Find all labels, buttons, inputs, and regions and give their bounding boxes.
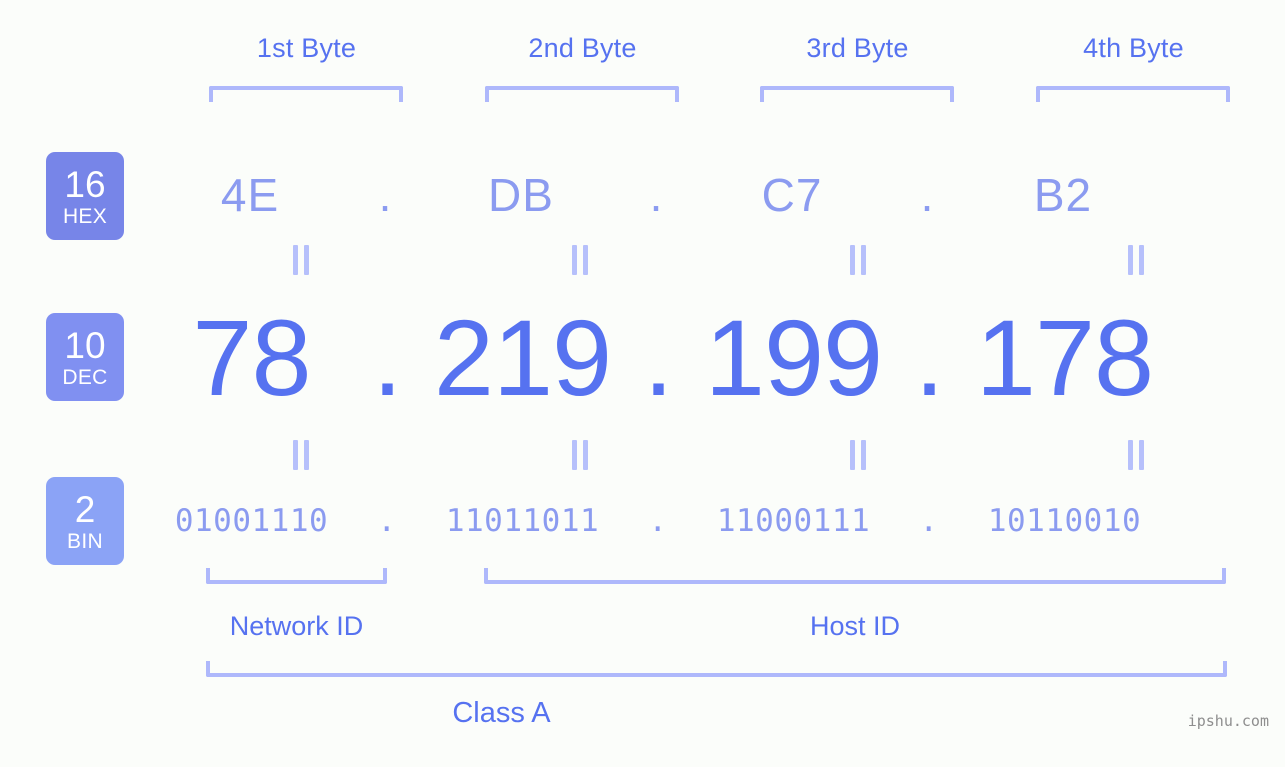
hex-octet-3: C7 — [761, 169, 823, 221]
byte-bracket-3 — [760, 86, 954, 102]
bin-separator-2: . — [648, 503, 668, 539]
bin-separator-3: . — [919, 503, 939, 539]
byte-bracket-2 — [485, 86, 679, 102]
hex-separator-2: . — [649, 169, 664, 221]
hex-separator-1: . — [378, 169, 393, 221]
byte-header-3-label: 3rd Byte — [806, 33, 909, 63]
byte-bracket-1 — [209, 86, 403, 102]
byte-header-3: 3rd Byte — [761, 33, 954, 64]
byte-header-4: 4th Byte — [1037, 33, 1230, 64]
binary-value-row: 01001110 . 11011011 . 11000111 . 1011001… — [150, 490, 1245, 552]
bin-octet-1: 01001110 — [174, 503, 329, 539]
dec-octet-1: 78 — [192, 296, 311, 418]
equals-marker-dec-bin-1 — [290, 440, 312, 470]
equals-marker-hex-dec-1 — [290, 245, 312, 275]
bin-octet-2: 11011011 — [445, 503, 600, 539]
hex-octet-4: B2 — [1033, 169, 1093, 221]
byte-header-1: 1st Byte — [210, 33, 403, 64]
bin-separator-1: . — [377, 503, 397, 539]
dec-separator-3: . — [914, 296, 944, 418]
hex-octet-1: 4E — [220, 169, 280, 221]
byte-header-4-label: 4th Byte — [1083, 33, 1184, 63]
equals-marker-dec-bin-3 — [847, 440, 869, 470]
host-id-text: Host ID — [809, 611, 901, 641]
dec-separator-2: . — [643, 296, 673, 418]
base-badge-bin-name: BIN — [67, 529, 103, 553]
bin-octet-3: 11000111 — [716, 503, 871, 539]
byte-header-2-label: 2nd Byte — [528, 33, 637, 63]
host-id-bracket — [484, 568, 1226, 584]
base-badge-hex-name: HEX — [62, 204, 108, 228]
base-badge-dec-number: 10 — [64, 324, 106, 366]
dec-octet-4: 178 — [975, 296, 1154, 418]
equals-marker-dec-bin-4 — [1125, 440, 1147, 470]
equals-marker-hex-dec-4 — [1125, 245, 1147, 275]
network-id-bracket — [206, 568, 387, 584]
byte-header-1-label: 1st Byte — [256, 33, 357, 63]
base-badge-hex-number: 16 — [64, 163, 106, 205]
equals-marker-hex-dec-2 — [569, 245, 591, 275]
base-badge-dec: 10 DEC — [46, 313, 124, 401]
hex-separator-3: . — [920, 169, 935, 221]
decimal-value-row: 78 . 219 . 199 . 178 — [150, 296, 1245, 418]
hex-value-row: 4E . DB . C7 . B2 — [150, 150, 1245, 240]
watermark: ipshu.com — [1187, 712, 1269, 730]
class-bracket — [206, 661, 1227, 677]
dec-separator-1: . — [372, 296, 402, 418]
network-id-text: Network ID — [229, 611, 364, 641]
base-badge-dec-name: DEC — [62, 365, 108, 389]
dec-octet-2: 219 — [433, 296, 612, 418]
base-badge-hex: 16 HEX — [46, 152, 124, 240]
class-text: Class A — [452, 697, 551, 729]
equals-marker-dec-bin-2 — [569, 440, 591, 470]
bin-octet-4: 10110010 — [987, 503, 1142, 539]
class-label: Class A — [0, 697, 1285, 730]
network-id-label: Network ID — [206, 611, 387, 642]
equals-marker-hex-dec-3 — [847, 245, 869, 275]
base-badge-bin-number: 2 — [74, 488, 96, 530]
byte-bracket-4 — [1036, 86, 1230, 102]
host-id-label: Host ID — [484, 611, 1226, 642]
base-badge-bin: 2 BIN — [46, 477, 124, 565]
dec-octet-3: 199 — [704, 296, 883, 418]
hex-octet-2: DB — [488, 169, 554, 221]
byte-header-2: 2nd Byte — [486, 33, 679, 64]
